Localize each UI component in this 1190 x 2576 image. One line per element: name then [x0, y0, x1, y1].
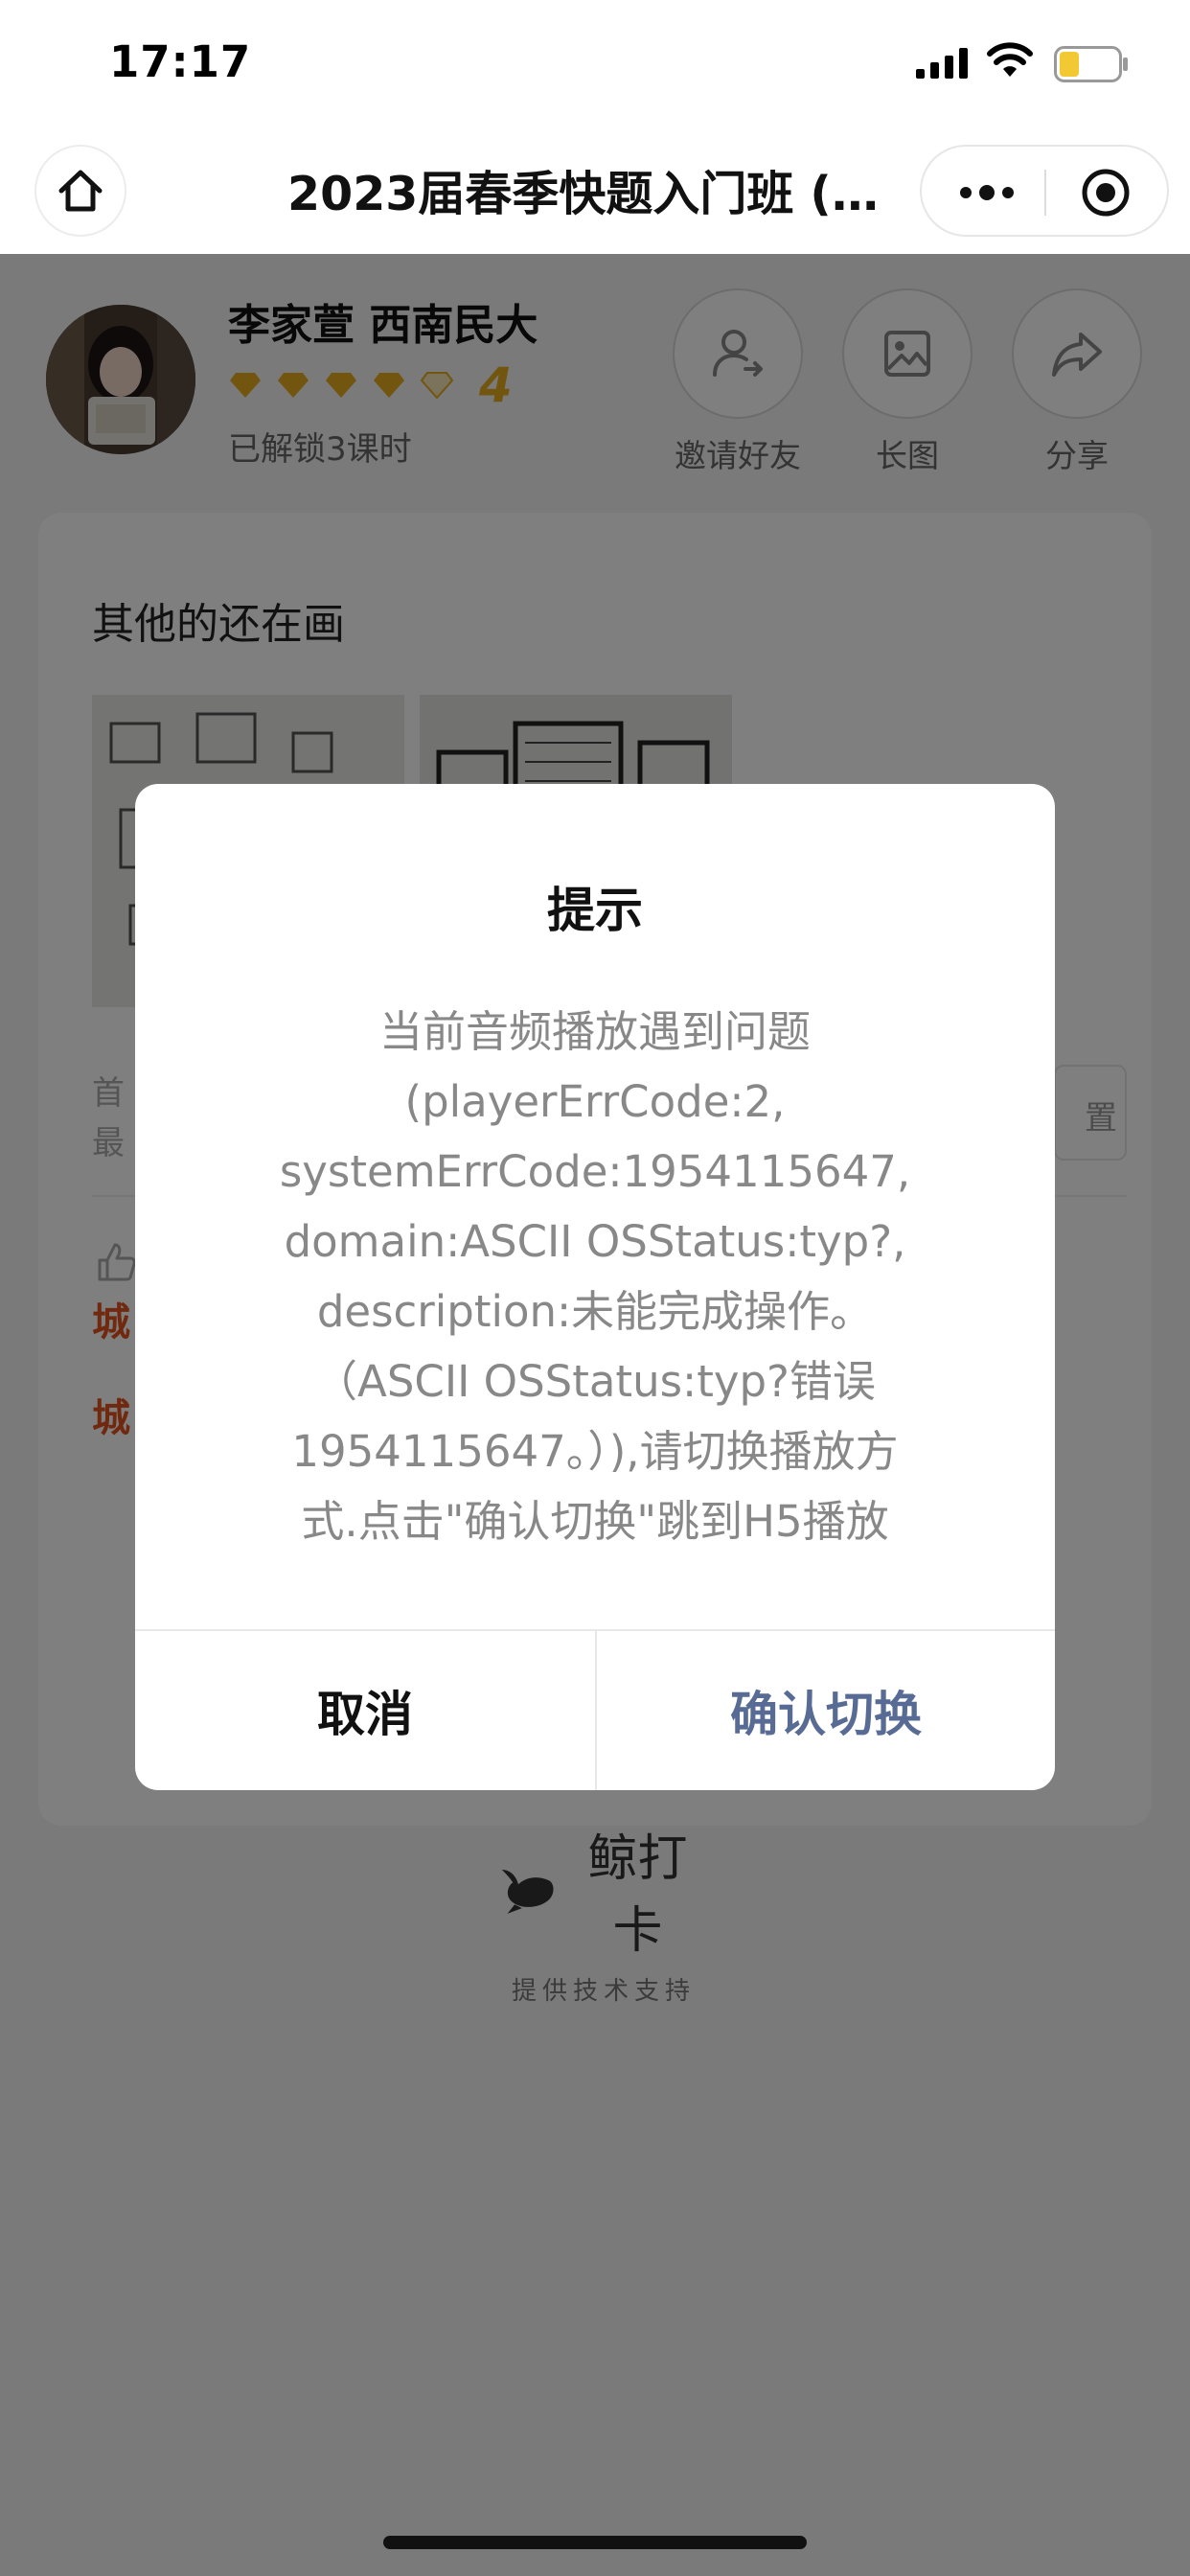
- battery-icon: [1054, 46, 1128, 82]
- status-bar: 17:17: [0, 0, 1190, 129]
- home-button[interactable]: [34, 145, 126, 237]
- cellular-signal-icon: [916, 48, 968, 79]
- dialog-message-line: description:未能完成操作。: [316, 1286, 874, 1337]
- dialog-message-line: (playerErrCode:2,: [404, 1076, 786, 1127]
- mini-program-capsule: [920, 145, 1169, 237]
- home-indicator[interactable]: [383, 2536, 807, 2549]
- dialog-message: 当前音频播放遇到问题 (playerErrCode:2, systemErrCo…: [212, 997, 978, 1556]
- alert-dialog: 提示 当前音频播放遇到问题 (playerErrCode:2, systemEr…: [135, 784, 1055, 1790]
- page-title: 2023届春季快题入门班 (…: [287, 167, 879, 221]
- dialog-message-line: 当前音频播放遇到问题: [378, 1006, 811, 1057]
- dialog-footer: 取消 确认切换: [135, 1629, 1055, 1790]
- close-mini-program-button[interactable]: [1075, 162, 1136, 223]
- status-time: 17:17: [109, 36, 252, 87]
- more-dots-icon: [960, 185, 1014, 200]
- cancel-button[interactable]: 取消: [135, 1631, 595, 1790]
- dialog-message-line: domain:ASCII OSStatus:typ?,: [284, 1216, 906, 1267]
- dialog-message-line: 式.点击"确认切换"跳到H5播放: [301, 1496, 889, 1547]
- nav-bar: 2023届春季快题入门班 (…: [0, 129, 1190, 254]
- capsule-divider: [1044, 170, 1046, 216]
- target-circle-icon: [1082, 169, 1130, 217]
- home-icon: [58, 170, 103, 212]
- dialog-message-line: systemErrCode:1954115647,: [279, 1146, 911, 1197]
- wifi-icon: [987, 42, 1033, 77]
- confirm-switch-button[interactable]: 确认切换: [595, 1631, 1055, 1790]
- dialog-title: 提示: [547, 883, 643, 938]
- dialog-message-line: 1954115647。）),请切换播放方: [291, 1426, 899, 1477]
- more-button[interactable]: [941, 166, 1033, 219]
- dialog-message-line: （ASCII OSStatus:typ?错误: [314, 1356, 876, 1407]
